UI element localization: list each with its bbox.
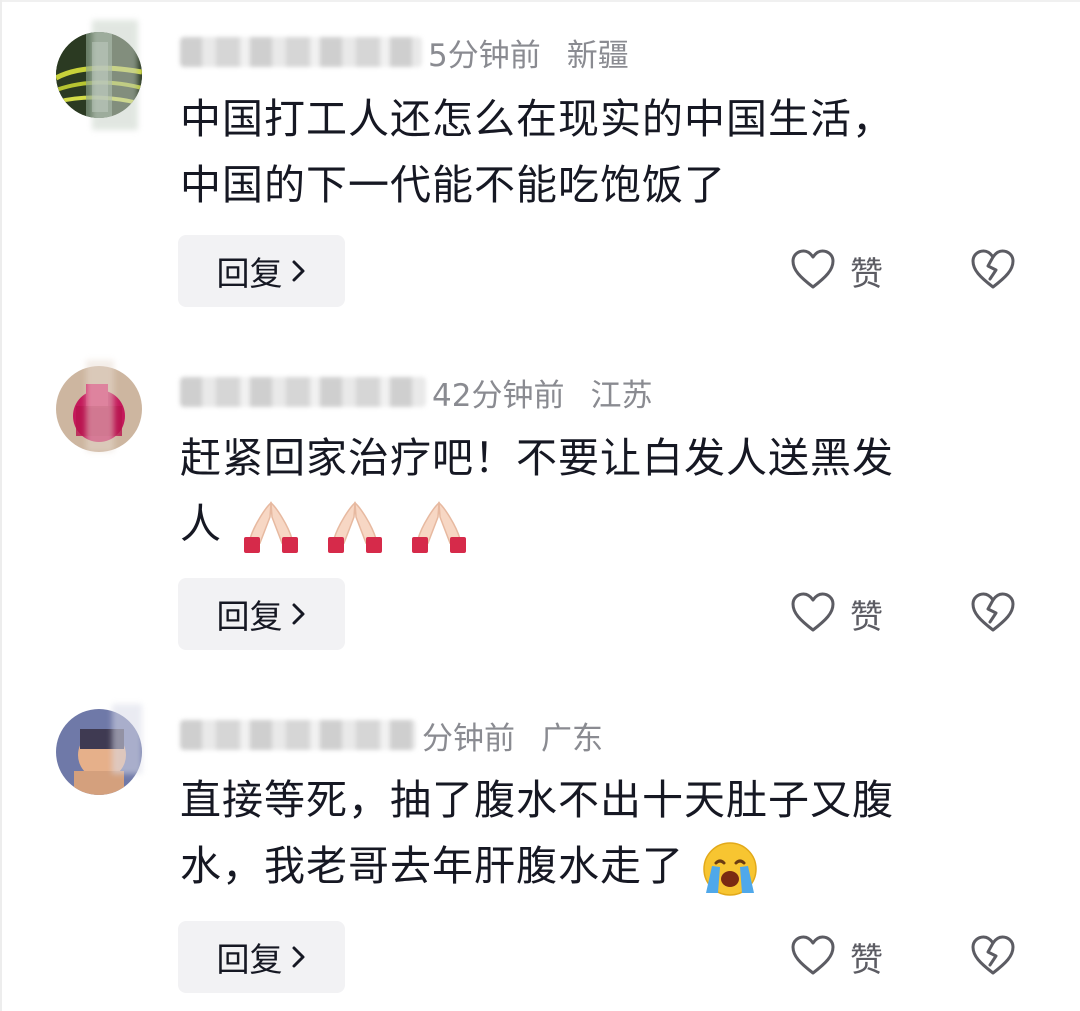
- reply-button[interactable]: 回复: [178, 578, 345, 650]
- loudly-crying-face-emoji: [703, 842, 757, 896]
- mosaic-overlay: [92, 20, 138, 130]
- top-divider: [0, 0, 1080, 2]
- heart-icon: [790, 934, 836, 980]
- comment-text-segment: 人: [180, 500, 222, 548]
- heart-icon: [790, 591, 836, 637]
- comment-time: 42分钟前: [432, 377, 565, 414]
- chevron-right-icon: [291, 945, 307, 969]
- broken-heart-icon: [970, 591, 1016, 637]
- folded-hands-emoji: [412, 501, 467, 553]
- comment-meta: 分钟前 广东: [180, 713, 603, 757]
- username-redacted[interactable]: [180, 377, 426, 407]
- comment-region: 新疆: [566, 37, 629, 74]
- left-edge: [0, 0, 2, 1011]
- like-button[interactable]: 赞: [790, 235, 883, 307]
- comment-text-line: 人: [180, 491, 1020, 557]
- comment-text-line: 中国打工人还怎么在现实的中国生活，: [180, 95, 894, 143]
- chevron-right-icon: [291, 259, 307, 283]
- comment-time: 分钟前: [422, 720, 515, 757]
- comment-meta: 42分钟前 江苏: [180, 370, 652, 414]
- comment-text: 直接等死，抽了腹水不出十天肚子又腹 水，我老哥去年肝腹水走了: [180, 767, 1020, 899]
- dislike-button[interactable]: [970, 235, 1016, 307]
- mosaic-overlay: [86, 360, 114, 452]
- comment-text-line: 中国的下一代能不能吃饱饭了: [180, 161, 726, 209]
- reply-label: 回复: [216, 254, 283, 293]
- like-button[interactable]: 赞: [790, 921, 883, 993]
- like-label: 赞: [850, 254, 883, 293]
- username-redacted[interactable]: [180, 720, 416, 750]
- mosaic-overlay: [112, 704, 142, 774]
- chevron-right-icon: [291, 602, 307, 626]
- reply-button[interactable]: 回复: [178, 921, 345, 993]
- comment-text: 赶紧回家治疗吧！不要让白发人送黑发 人: [180, 425, 1020, 557]
- like-button[interactable]: 赞: [790, 578, 883, 650]
- broken-heart-icon: [970, 934, 1016, 980]
- comment-time: 5分钟前: [428, 37, 541, 74]
- heart-icon: [790, 248, 836, 294]
- comment-region: 江苏: [590, 377, 653, 414]
- like-label: 赞: [850, 940, 883, 979]
- comment-text-line: 水，我老哥去年肝腹水走了: [180, 833, 1020, 899]
- comment-text-line: 赶紧回家治疗吧！不要让白发人送黑发: [180, 434, 894, 482]
- like-label: 赞: [850, 597, 883, 636]
- folded-hands-emoji: [328, 501, 383, 553]
- broken-heart-icon: [970, 248, 1016, 294]
- reply-label: 回复: [216, 940, 283, 979]
- username-redacted[interactable]: [180, 37, 422, 67]
- comment-text-line: 直接等死，抽了腹水不出十天肚子又腹: [180, 776, 894, 824]
- reply-button[interactable]: 回复: [178, 235, 345, 307]
- comment-meta: 5分钟前 新疆: [180, 30, 629, 74]
- folded-hands-emoji: [244, 501, 299, 553]
- comment-text-segment: 水，我老哥去年肝腹水走了: [180, 842, 684, 890]
- comment-region: 广东: [541, 720, 603, 757]
- reply-label: 回复: [216, 597, 283, 636]
- comment-text: 中国打工人还怎么在现实的中国生活， 中国的下一代能不能吃饱饭了: [180, 86, 1020, 218]
- dislike-button[interactable]: [970, 921, 1016, 993]
- dislike-button[interactable]: [970, 578, 1016, 650]
